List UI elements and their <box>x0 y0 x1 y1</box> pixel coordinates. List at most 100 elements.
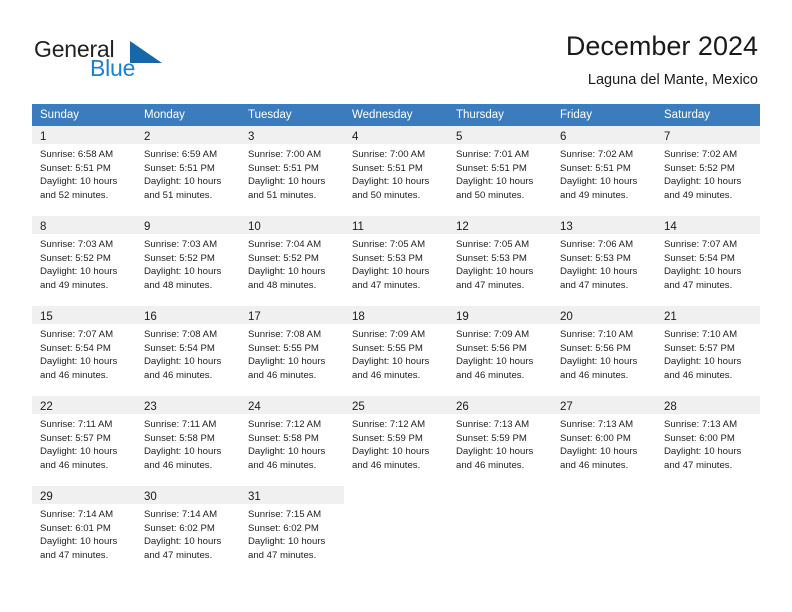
day-sunset-text: Sunset: 6:02 PM <box>248 522 319 534</box>
day-sunset-text: Sunset: 5:56 PM <box>456 342 527 354</box>
location-subtitle: Laguna del Mante, Mexico <box>587 72 758 88</box>
day-sunset-text: Sunset: 5:51 PM <box>352 162 423 174</box>
day-details: Sunrise: 7:14 AM Sunset: 6:02 PM Daylight:… <box>136 504 240 562</box>
day-daylight1-text: Daylight: 10 hours <box>352 176 430 188</box>
day-daylight1-text: Daylight: 10 hours <box>456 176 534 188</box>
day-cell[interactable]: 24 Sunrise: 7:12 AM Sunset: 5:58 PM Dayligh… <box>240 396 344 486</box>
day-cell[interactable]: 13 Sunrise: 7:06 AM Sunset: 5:53 PM Dayligh… <box>552 216 656 306</box>
day-daylight1-text: Daylight: 10 hours <box>560 356 638 368</box>
day-cell[interactable]: 31 Sunrise: 7:15 AM Sunset: 6:02 PM Dayligh… <box>240 486 344 576</box>
weekday-header-sunday: Sunday <box>40 109 80 121</box>
day-number-band: 15 <box>32 306 136 324</box>
day-cell[interactable]: 26 Sunrise: 7:13 AM Sunset: 5:59 PM Dayligh… <box>448 396 552 486</box>
day-cell[interactable]: 28 Sunrise: 7:13 AM Sunset: 6:00 PM Dayligh… <box>656 396 760 486</box>
day-number: 13 <box>560 221 573 233</box>
day-sunrise-text: Sunrise: 7:13 AM <box>664 419 738 430</box>
day-number: 21 <box>664 311 677 323</box>
day-sunset-text: Sunset: 6:00 PM <box>664 432 735 444</box>
day-daylight1-text: Daylight: 10 hours <box>144 266 222 278</box>
day-number-band: 2 <box>136 126 240 144</box>
day-daylight2-text: and 48 minutes. <box>144 279 213 291</box>
day-details: Sunrise: 7:07 AM Sunset: 5:54 PM Daylight:… <box>32 324 136 382</box>
calendar-week-row: 22 Sunrise: 7:11 AM Sunset: 5:57 PM Dayligh… <box>32 396 760 486</box>
day-sunrise-text: Sunrise: 7:04 AM <box>248 239 322 250</box>
day-cell[interactable]: 2 Sunrise: 6:59 AM Sunset: 5:51 PM Daylight… <box>136 126 240 216</box>
day-cell[interactable]: 29 Sunrise: 7:14 AM Sunset: 6:01 PM Dayligh… <box>32 486 136 576</box>
day-cell[interactable]: 27 Sunrise: 7:13 AM Sunset: 6:00 PM Dayligh… <box>552 396 656 486</box>
day-cell[interactable]: 11 Sunrise: 7:05 AM Sunset: 5:53 PM Dayligh… <box>344 216 448 306</box>
day-number: 28 <box>664 401 677 413</box>
day-cell[interactable]: 30 Sunrise: 7:14 AM Sunset: 6:02 PM Dayligh… <box>136 486 240 576</box>
day-cell[interactable]: 6 Sunrise: 7:02 AM Sunset: 5:51 PM Daylight… <box>552 126 656 216</box>
day-number: 20 <box>560 311 573 323</box>
day-sunrise-text: Sunrise: 7:00 AM <box>352 149 426 160</box>
day-cell[interactable]: 21 Sunrise: 7:10 AM Sunset: 5:57 PM Dayligh… <box>656 306 760 396</box>
weekday-header-row: Sunday Monday Tuesday Wednesday Thursday Frid… <box>32 104 760 126</box>
day-daylight2-text: and 47 minutes. <box>248 549 317 561</box>
day-cell[interactable]: 3 Sunrise: 7:00 AM Sunset: 5:51 PM Daylight… <box>240 126 344 216</box>
calendar-page: General Blue December 2024 Laguna del Ma… <box>0 0 792 612</box>
day-number: 2 <box>144 131 151 143</box>
weekday-header-friday: Friday <box>560 109 592 121</box>
day-daylight2-text: and 49 minutes. <box>664 189 733 201</box>
day-details: Sunrise: 7:12 AM Sunset: 5:58 PM Daylight:… <box>240 414 344 472</box>
day-details: Sunrise: 7:00 AM Sunset: 5:51 PM Daylight:… <box>240 144 344 202</box>
day-details: Sunrise: 7:10 AM Sunset: 5:57 PM Daylight:… <box>656 324 760 382</box>
day-number-band: 27 <box>552 396 656 414</box>
day-details: Sunrise: 7:09 AM Sunset: 5:56 PM Daylight:… <box>448 324 552 382</box>
day-cell[interactable]: 22 Sunrise: 7:11 AM Sunset: 5:57 PM Dayligh… <box>32 396 136 486</box>
general-blue-logo[interactable]: General Blue <box>34 36 234 88</box>
day-cell[interactable]: 8 Sunrise: 7:03 AM Sunset: 5:52 PM Daylight… <box>32 216 136 306</box>
day-number-band: 30 <box>136 486 240 504</box>
day-cell[interactable]: 19 Sunrise: 7:09 AM Sunset: 5:56 PM Dayligh… <box>448 306 552 396</box>
day-daylight2-text: and 47 minutes. <box>560 279 629 291</box>
day-cell[interactable]: 15 Sunrise: 7:07 AM Sunset: 5:54 PM Dayligh… <box>32 306 136 396</box>
day-cell[interactable]: 17 Sunrise: 7:08 AM Sunset: 5:55 PM Dayligh… <box>240 306 344 396</box>
day-sunrise-text: Sunrise: 7:13 AM <box>560 419 634 430</box>
day-cell[interactable]: 14 Sunrise: 7:07 AM Sunset: 5:54 PM Dayligh… <box>656 216 760 306</box>
day-cell[interactable]: 5 Sunrise: 7:01 AM Sunset: 5:51 PM Daylight… <box>448 126 552 216</box>
day-daylight1-text: Daylight: 10 hours <box>664 356 742 368</box>
day-details: Sunrise: 7:04 AM Sunset: 5:52 PM Daylight:… <box>240 234 344 292</box>
day-cell[interactable]: 7 Sunrise: 7:02 AM Sunset: 5:52 PM Daylight… <box>656 126 760 216</box>
day-details: Sunrise: 7:05 AM Sunset: 5:53 PM Daylight:… <box>344 234 448 292</box>
day-number-band: 5 <box>448 126 552 144</box>
day-daylight1-text: Daylight: 10 hours <box>40 356 118 368</box>
day-cell[interactable]: 18 Sunrise: 7:09 AM Sunset: 5:55 PM Dayligh… <box>344 306 448 396</box>
day-daylight1-text: Daylight: 10 hours <box>144 176 222 188</box>
day-sunrise-text: Sunrise: 7:10 AM <box>560 329 634 340</box>
day-daylight2-text: and 50 minutes. <box>456 189 525 201</box>
day-sunset-text: Sunset: 5:57 PM <box>40 432 111 444</box>
day-daylight1-text: Daylight: 10 hours <box>248 536 326 548</box>
day-number: 3 <box>248 131 255 143</box>
day-number-band: 4 <box>344 126 448 144</box>
day-sunrise-text: Sunrise: 7:08 AM <box>248 329 322 340</box>
day-daylight2-text: and 46 minutes. <box>40 459 109 471</box>
title-block: December 2024 Laguna del Mante, Mexico <box>566 30 758 90</box>
day-cell[interactable]: 10 Sunrise: 7:04 AM Sunset: 5:52 PM Dayligh… <box>240 216 344 306</box>
day-number: 4 <box>352 131 359 143</box>
day-number: 19 <box>456 311 469 323</box>
day-sunrise-text: Sunrise: 7:11 AM <box>40 419 113 430</box>
day-cell[interactable]: 25 Sunrise: 7:12 AM Sunset: 5:59 PM Dayligh… <box>344 396 448 486</box>
weekday-header-monday: Monday <box>144 109 185 121</box>
day-sunrise-text: Sunrise: 7:07 AM <box>664 239 738 250</box>
day-number-band: 10 <box>240 216 344 234</box>
day-number-band: 26 <box>448 396 552 414</box>
day-number-band: 29 <box>32 486 136 504</box>
day-cell[interactable]: 20 Sunrise: 7:10 AM Sunset: 5:56 PM Dayligh… <box>552 306 656 396</box>
day-daylight1-text: Daylight: 10 hours <box>456 356 534 368</box>
day-cell[interactable]: 1 Sunrise: 6:58 AM Sunset: 5:51 PM Daylight… <box>32 126 136 216</box>
day-cell[interactable]: 12 Sunrise: 7:05 AM Sunset: 5:53 PM Dayligh… <box>448 216 552 306</box>
day-details: Sunrise: 7:11 AM Sunset: 5:57 PM Daylight:… <box>32 414 136 472</box>
day-sunset-text: Sunset: 5:52 PM <box>248 252 319 264</box>
day-number-band: 13 <box>552 216 656 234</box>
day-number-band: 20 <box>552 306 656 324</box>
day-cell[interactable]: 4 Sunrise: 7:00 AM Sunset: 5:51 PM Daylight… <box>344 126 448 216</box>
day-cell[interactable]: 9 Sunrise: 7:03 AM Sunset: 5:52 PM Daylight… <box>136 216 240 306</box>
logo-text-blue: Blue <box>90 55 136 81</box>
weekday-header-wednesday: Wednesday <box>352 109 413 121</box>
day-cell[interactable]: 16 Sunrise: 7:08 AM Sunset: 5:54 PM Dayligh… <box>136 306 240 396</box>
day-number: 18 <box>352 311 365 323</box>
day-cell[interactable]: 23 Sunrise: 7:11 AM Sunset: 5:58 PM Dayligh… <box>136 396 240 486</box>
